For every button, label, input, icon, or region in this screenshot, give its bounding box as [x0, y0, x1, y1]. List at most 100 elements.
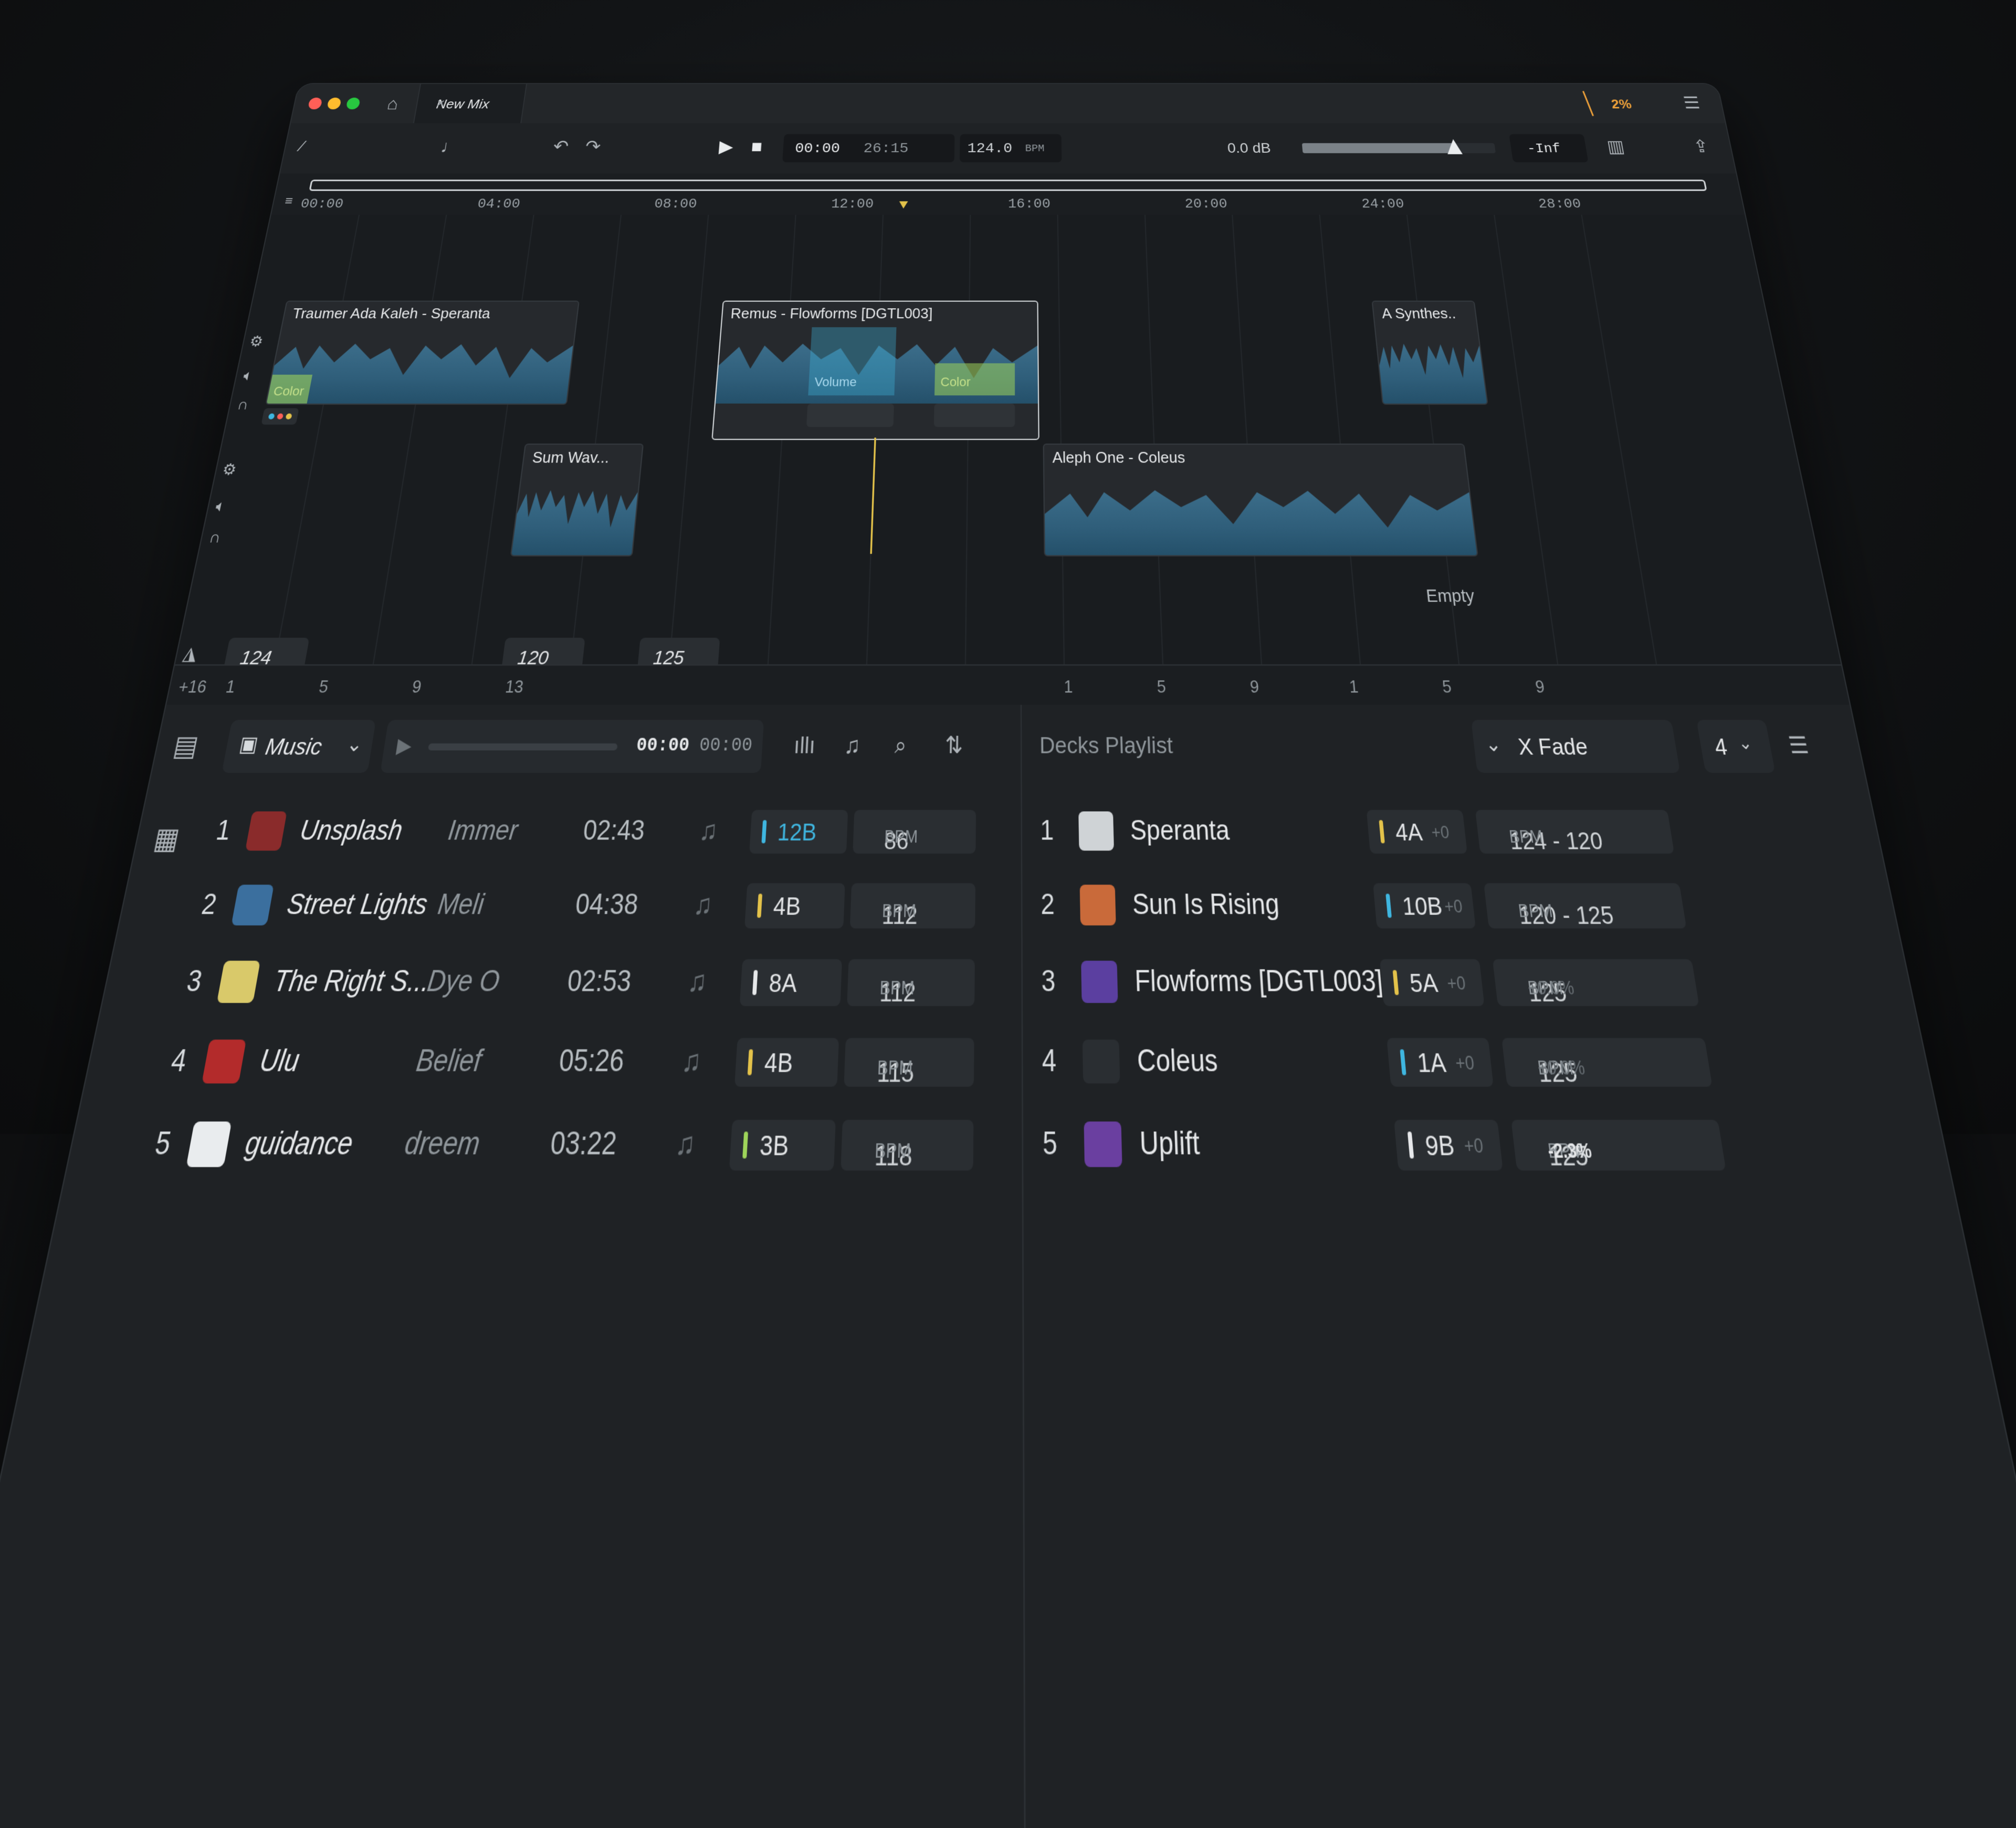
time-display: 00:00 26:15	[782, 134, 954, 162]
clip-aleph[interactable]: Aleph One - Coleus	[1043, 444, 1478, 556]
album-art	[1080, 885, 1116, 926]
source-label: Music	[263, 734, 324, 761]
preview-time: 00:00	[635, 735, 690, 757]
track-row[interactable]: 3 The Right S... Dye O 02:53 ♫ 8A 112 BP…	[173, 944, 1008, 1022]
key-badge: 4B	[744, 883, 845, 928]
undo-icon[interactable]: ↶	[552, 138, 570, 155]
ruler-mark: 12:00	[831, 196, 874, 212]
clip-traumer[interactable]: Traumer Ada Kaleh - Speranta Color	[265, 301, 580, 405]
deck-count: 4	[1713, 734, 1729, 761]
key-badge: 4B	[734, 1038, 839, 1087]
bar-mark: 5	[318, 676, 330, 697]
track-row[interactable]: 1 Unsplash Immer 02:43 ♫ 12B 86 BPM	[203, 795, 1008, 868]
overview-scrollbar[interactable]	[309, 180, 1707, 191]
source-dropdown[interactable]: ▣ Music ⌄	[222, 720, 376, 773]
bpm-range: 125 BPM +0.0%	[1502, 1038, 1713, 1087]
track-1-mute-icon[interactable]: 🔈︎	[242, 368, 254, 383]
bpm-display[interactable]: 124.0 BPM	[960, 134, 1062, 162]
level-meter: -Inf	[1509, 134, 1588, 162]
playlist-row[interactable]: 3 Flowforms [DGTL003] 5A +0 125 BPM +0.0…	[1034, 944, 1904, 1022]
effect-handle[interactable]	[806, 404, 894, 427]
tab-new-mix[interactable]: New Mix ×	[413, 84, 527, 123]
preview-play-icon[interactable]: ▶	[395, 734, 414, 758]
key-badge: 1A +0	[1387, 1038, 1494, 1087]
clip-sumwav[interactable]: Sum Wav...	[510, 444, 644, 556]
browser-panel: ▤ ▦ ▣ Music ⌄ ▶ 00:00 00:00 ıllı ♫ ⌕ ⇅ 1	[0, 705, 2016, 1828]
track-title: The Right S...	[271, 965, 431, 999]
bars-ruler[interactable]: +16 1 5 9 13 1 5 9 1 5 9	[166, 664, 1850, 706]
bar-mark: 9	[411, 676, 423, 697]
meter-settings-icon[interactable]: ▥	[1605, 138, 1626, 155]
track-2-mute-icon[interactable]: 🔈︎	[214, 498, 227, 513]
playlist-options-icon[interactable]: ☰	[1787, 734, 1811, 758]
ruler-options-icon[interactable]: ≡	[284, 195, 293, 208]
zoom-level[interactable]: +16	[177, 676, 208, 697]
track-2-headphones-icon[interactable]: ∩	[208, 529, 223, 545]
key-shift: +0	[1454, 1053, 1475, 1075]
waveform-view-icon[interactable]: ıllı	[793, 734, 816, 758]
album-art	[217, 961, 260, 1003]
tab-close-icon[interactable]: ×	[435, 96, 511, 111]
waveform	[511, 487, 638, 555]
pane-divider[interactable]	[1021, 705, 1026, 1828]
redo-icon[interactable]: ↷	[584, 138, 602, 155]
minimize-window-button[interactable]	[327, 98, 342, 109]
music-note-icon[interactable]: ♫	[844, 734, 860, 758]
metronome-icon[interactable]: ♩	[439, 138, 460, 155]
zoom-window-button[interactable]	[345, 98, 361, 109]
key-value: 8A	[768, 969, 797, 999]
track-row[interactable]: 2 Street Lights Meli 04:38 ♫ 4B 112 BPM	[188, 868, 1008, 944]
track-row[interactable]: 4 Ulu Belief 05:26 ♫ 4B 115 BPM	[157, 1022, 1008, 1104]
deck-number: 5	[1043, 1127, 1058, 1163]
master-volume-slider[interactable]	[1302, 143, 1496, 153]
stop-button[interactable]: ■	[751, 138, 763, 155]
key-value: 10B	[1401, 892, 1444, 921]
track-title: guidance	[243, 1127, 355, 1163]
playlist-row[interactable]: 2 Sun Is Rising 10B +0 120 - 125 BPM	[1034, 868, 1887, 944]
track-duration: 05:26	[558, 1044, 626, 1079]
deck-count-dropdown[interactable]: 4 ⌄	[1696, 720, 1775, 773]
clip-remus[interactable]: Remus - Flowforms [DGTL003] Volume Color	[711, 301, 1040, 440]
key-badge: 8A	[740, 959, 842, 1006]
bar-mark: 1	[1064, 676, 1073, 697]
track-row[interactable]: 5 guidance dreem 03:22 ♫ 3B 118 BPM	[140, 1103, 1008, 1188]
chevron-down-icon: ⌄	[1484, 732, 1503, 757]
search-icon[interactable]: ⌕	[894, 734, 907, 758]
playlist: 1 Speranta 4A +0 124 - 120 BPM 2 Sun Is …	[1034, 795, 1958, 1275]
playlist-row[interactable]: 1 Speranta 4A +0 124 - 120 BPM	[1034, 795, 1872, 868]
effect-handle[interactable]	[934, 404, 1015, 427]
timeline-ruler[interactable]: ≡ 00:00 04:00 08:00 12:00 16:00 20:00 24…	[271, 173, 1745, 215]
volume-handle[interactable]	[1446, 139, 1463, 154]
track-title: Ulu	[257, 1044, 302, 1079]
bar-mark: 5	[1441, 676, 1453, 697]
music-note-icon: ♫	[698, 816, 718, 847]
play-button[interactable]: ▶	[718, 138, 733, 155]
track-1-settings-icon[interactable]: ⚙	[248, 334, 265, 349]
track-2-settings-icon[interactable]: ⚙	[221, 461, 238, 477]
title-bar: ⌂ New Mix × 2% ☰	[291, 84, 1726, 124]
playlist-row[interactable]: 4 Coleus 1A +0 125 BPM +0.0%	[1035, 1022, 1921, 1104]
menu-icon[interactable]: ☰	[1682, 94, 1702, 111]
key-shift: +0	[1431, 823, 1451, 844]
library-header: ▣ Music ⌄ ▶ 00:00 00:00 ıllı ♫ ⌕ ⇅	[218, 705, 1008, 789]
close-window-button[interactable]	[308, 98, 323, 109]
sort-icon[interactable]: ⇅	[945, 734, 963, 758]
playhead-marker[interactable]	[899, 201, 908, 208]
album-art	[245, 812, 287, 851]
clip-color-tags[interactable]	[261, 408, 299, 425]
playlist-title-cell: Uplift	[1139, 1127, 1201, 1163]
layout-icon[interactable]: ▦	[151, 824, 182, 854]
transition-dropdown[interactable]: ⌄ X Fade	[1471, 720, 1680, 773]
track-1-headphones-icon[interactable]: ∩	[236, 396, 250, 412]
export-icon[interactable]: ⇪	[1692, 138, 1710, 155]
key-value: 4A	[1394, 818, 1423, 847]
clip-title: Remus - Flowforms [DGTL003]	[730, 305, 932, 322]
playlist-row[interactable]: 5 Uplift 9B +0 125 BPM -2.3%	[1035, 1103, 1939, 1188]
library-icon[interactable]: ▤	[171, 732, 201, 760]
transport-toolbar: ∕ ♩ ↶ ↷ ▶ ■ 00:00 26:15 124.0 BPM 0.0 dB…	[280, 123, 1736, 175]
preview-scrubber[interactable]	[428, 743, 618, 750]
track-list: 1 Unsplash Immer 02:43 ♫ 12B 86 BPM 2 St…	[123, 795, 1008, 1275]
track-artist: Belief	[414, 1044, 484, 1079]
clip-synthes[interactable]: A Synthes..	[1372, 301, 1488, 405]
home-icon[interactable]: ⌂	[386, 96, 400, 112]
